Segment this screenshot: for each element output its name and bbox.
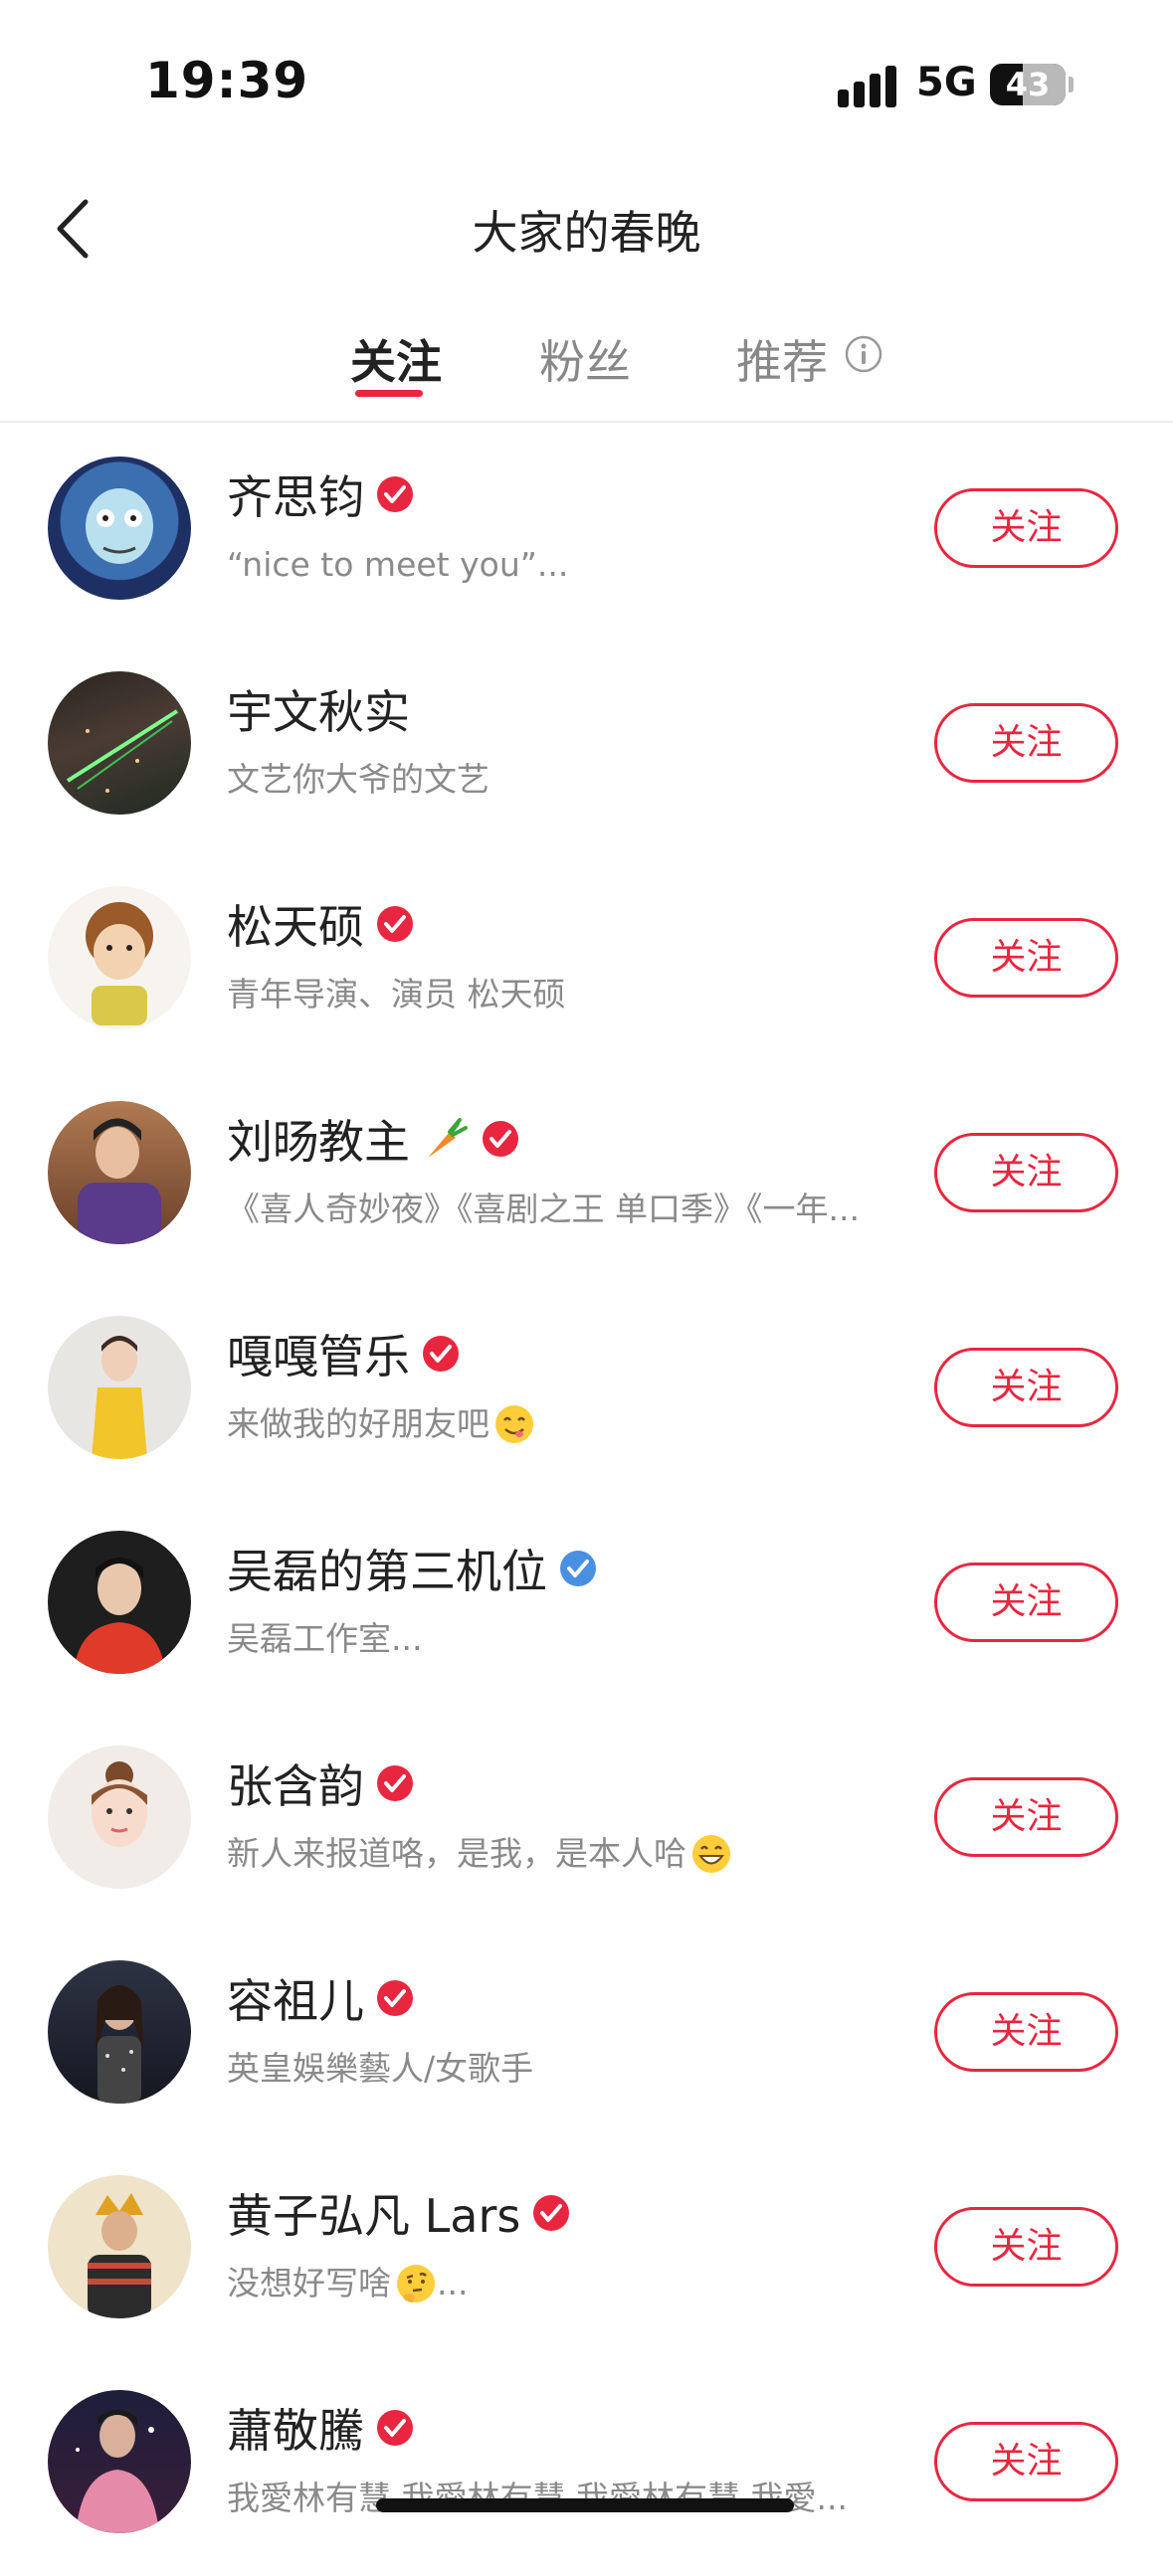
name-line: 齐思钧 xyxy=(227,464,414,524)
bio-suffix: ... xyxy=(437,2264,469,2302)
follow-button[interactable]: 关注 xyxy=(934,918,1118,998)
follow-button[interactable]: 关注 xyxy=(934,703,1118,783)
active-tab-indicator xyxy=(355,390,423,397)
bio-text: 文艺你大爷的文艺 xyxy=(227,760,489,799)
avatar[interactable] xyxy=(48,1531,191,1674)
user-name[interactable]: 松天硕 xyxy=(227,891,364,957)
thinking-emoji-icon xyxy=(397,2265,435,2302)
user-name[interactable]: 吴磊的第三机位 xyxy=(227,1536,547,1601)
list-item[interactable]: 蕭敬騰 我愛林有慧 我愛林有慧 我愛林有慧 我愛... 关注 xyxy=(0,2361,1173,2576)
list-item[interactable]: 刘旸教主 《喜人奇妙夜》《喜剧之王 单口季》《一年... 关注 xyxy=(0,1072,1173,1287)
follow-button[interactable]: 关注 xyxy=(934,1992,1118,2072)
user-bio: 文艺你大爷的文艺 xyxy=(227,755,893,805)
status-time: 19:39 xyxy=(145,52,309,109)
avatar[interactable] xyxy=(48,1101,191,1244)
tab-recommended[interactable]: 推荐 xyxy=(736,326,828,392)
grin-emoji-icon xyxy=(692,1835,730,1873)
bio-text: 青年导演、演员 松天硕 xyxy=(227,975,566,1013)
avatar[interactable] xyxy=(48,1746,191,1889)
info-icon[interactable] xyxy=(845,335,882,373)
follow-button[interactable]: 关注 xyxy=(934,1777,1118,1857)
name-line: 蕭敬騰 xyxy=(227,2398,414,2458)
list-item[interactable]: 松天硕 青年导演、演员 松天硕 关注 xyxy=(0,857,1173,1072)
follow-button[interactable]: 关注 xyxy=(934,2207,1118,2287)
name-line: 嘎嘎管乐 xyxy=(227,1324,460,1383)
user-name[interactable]: 齐思钧 xyxy=(227,461,364,527)
user-name[interactable]: 嘎嘎管乐 xyxy=(227,1321,410,1386)
network-label: 5G xyxy=(916,60,977,105)
user-name[interactable]: 刘旸教主 xyxy=(227,1106,410,1172)
user-name[interactable]: 蕭敬騰 xyxy=(227,2395,364,2461)
list-item[interactable]: 嘎嘎管乐 来做我的好朋友吧 关注 xyxy=(0,1287,1173,1502)
list-item[interactable]: 宇文秋实 文艺你大爷的文艺 关注 xyxy=(0,643,1173,857)
name-line: 宇文秋实 xyxy=(227,679,410,739)
bio-text: 来做我的好朋友吧 xyxy=(227,1404,489,1443)
avatar[interactable] xyxy=(48,2175,191,2318)
user-name[interactable]: 容祖儿 xyxy=(227,1965,364,2031)
name-line: 张含韵 xyxy=(227,1753,414,1813)
bio-text: 《喜人奇妙夜》《喜剧之王 单口季》《一年... xyxy=(227,1190,860,1228)
verified-badge-icon xyxy=(377,476,413,512)
avatar[interactable] xyxy=(48,886,191,1029)
bio-text: “nice to meet you”... xyxy=(227,545,569,584)
bio-text: 没想好写啥 xyxy=(227,2264,391,2302)
user-bio: 来做我的好朋友吧 xyxy=(227,1399,893,1449)
bio-text: 新人来报道咯，是我，是本人哈 xyxy=(227,1834,686,1873)
list-item[interactable]: 齐思钧 “nice to meet you”... 关注 xyxy=(0,428,1173,643)
user-bio: 青年导演、演员 松天硕 xyxy=(227,970,893,1019)
tab-following[interactable]: 关注 xyxy=(350,326,442,392)
avatar[interactable] xyxy=(48,2390,191,2533)
name-line: 黄子弘凡 Lars xyxy=(227,2183,570,2243)
verified-badge-blue-icon xyxy=(560,1551,596,1586)
verified-badge-icon xyxy=(377,1980,413,2016)
status-bar: 19:39 5G 43 xyxy=(0,0,1173,149)
list-item[interactable]: 吴磊的第三机位 吴磊工作室... 关注 xyxy=(0,1502,1173,1717)
page-title: 大家的春晚 xyxy=(472,206,701,260)
name-line: 松天硕 xyxy=(227,894,414,954)
verified-badge-icon xyxy=(483,1121,518,1157)
user-bio: 《喜人奇妙夜》《喜剧之王 单口季》《一年... xyxy=(227,1185,893,1234)
yum-emoji-icon xyxy=(495,1405,533,1443)
name-line: 吴磊的第三机位 xyxy=(227,1539,597,1598)
avatar[interactable] xyxy=(48,1960,191,2104)
list-item[interactable]: 张含韵 新人来报道咯，是我，是本人哈 关注 xyxy=(0,1717,1173,1932)
home-indicator[interactable] xyxy=(376,2498,794,2512)
user-name[interactable]: 黄子弘凡 Lars xyxy=(227,2180,520,2246)
battery-icon: 43 xyxy=(990,64,1066,105)
user-bio: 新人来报道咯，是我，是本人哈 xyxy=(227,1829,893,1879)
battery-tip xyxy=(1069,77,1074,92)
list-item[interactable]: 容祖儿 英皇娛樂藝人/女歌手 关注 xyxy=(0,1932,1173,2146)
verified-badge-icon xyxy=(377,2410,413,2446)
name-line: 刘旸教主 xyxy=(227,1109,519,1169)
user-name[interactable]: 张含韵 xyxy=(227,1750,364,1816)
user-bio: “nice to meet you”... xyxy=(227,540,893,590)
carrot-icon xyxy=(428,1118,468,1158)
avatar[interactable] xyxy=(48,1316,191,1459)
tab-fans[interactable]: 粉丝 xyxy=(539,326,631,392)
name-line: 容祖儿 xyxy=(227,1968,414,2028)
verified-badge-icon xyxy=(377,906,413,942)
follow-button[interactable]: 关注 xyxy=(934,1133,1118,1212)
follow-button[interactable]: 关注 xyxy=(934,1563,1118,1642)
tab-divider xyxy=(0,421,1173,423)
list-item[interactable]: 黄子弘凡 Lars 没想好写啥 ... 关注 xyxy=(0,2146,1173,2361)
follow-button[interactable]: 关注 xyxy=(934,2422,1118,2501)
user-bio: 吴磊工作室... xyxy=(227,1614,893,1664)
bio-text: 吴磊工作室... xyxy=(227,1619,423,1658)
user-name[interactable]: 宇文秋实 xyxy=(227,676,410,742)
avatar[interactable] xyxy=(48,457,191,600)
user-bio: 英皇娛樂藝人/女歌手 xyxy=(227,2044,893,2094)
signal-icon xyxy=(838,64,901,107)
verified-badge-icon xyxy=(423,1336,459,1372)
user-bio: 没想好写啥 ... xyxy=(227,2259,893,2308)
battery-percent: 43 xyxy=(1005,66,1051,103)
follow-button[interactable]: 关注 xyxy=(934,488,1118,568)
avatar[interactable] xyxy=(48,671,191,815)
follow-button[interactable]: 关注 xyxy=(934,1348,1118,1427)
verified-badge-icon xyxy=(377,1765,413,1801)
bio-text: 英皇娛樂藝人/女歌手 xyxy=(227,2049,534,2088)
verified-badge-icon xyxy=(533,2195,570,2231)
